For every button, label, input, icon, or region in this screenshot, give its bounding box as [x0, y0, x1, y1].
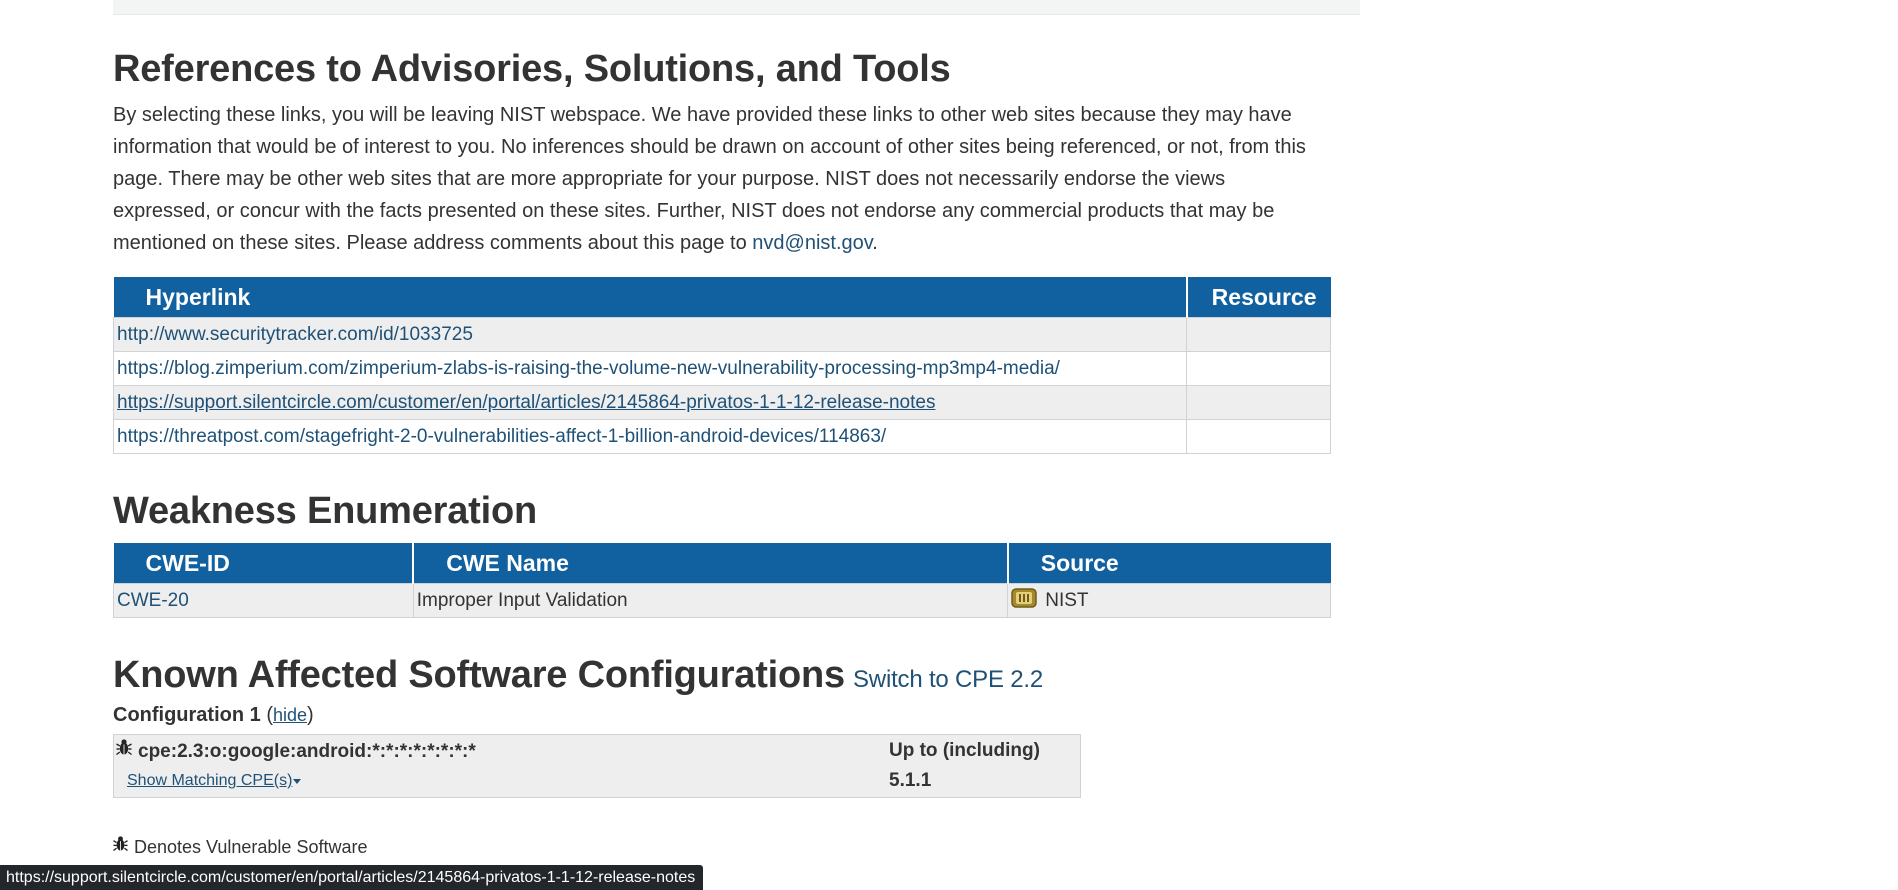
resource-column-header: Resource	[1186, 277, 1331, 318]
version-value: 5.1.1	[889, 770, 932, 791]
source-label: NIST	[1045, 589, 1089, 611]
nist-icon	[1011, 588, 1037, 609]
show-matching-label: Show Matching CPE(s)	[127, 772, 293, 789]
hide-open-paren: (	[266, 704, 273, 726]
weakness-heading: Weakness Enumeration	[113, 490, 538, 532]
source-column-header: Source	[1007, 543, 1331, 584]
configuration-name: Configuration 1	[113, 704, 261, 726]
disclaimer-text: By selecting these links, you will be le…	[113, 104, 1306, 254]
browser-status-bar: https://support.silentcircle.com/custome…	[0, 865, 704, 890]
table-row: https://threatpost.com/stagefright-2-0-v…	[112, 419, 1331, 454]
references-table: Hyperlink Resource http://www.securitytr…	[112, 277, 1331, 454]
version-range-label: Up to (including)	[889, 740, 1040, 761]
cpe-uri: cpe:2.3:o:google:android:*:*:*:*:*:*:*:*	[138, 741, 476, 763]
resource-cell	[1186, 419, 1331, 454]
table-row: https://blog.zimperium.com/zimperium-zla…	[112, 351, 1331, 386]
references-disclaimer: By selecting these links, you will be le…	[113, 99, 1323, 259]
resource-cell	[1186, 351, 1331, 386]
hyperlink-cell: https://blog.zimperium.com/zimperium-zla…	[112, 351, 1188, 386]
cwe-id-column-header: CWE-ID	[113, 543, 415, 584]
reference-link[interactable]: http://www.securitytracker.com/id/103372…	[117, 324, 473, 345]
table-row: CWE-20 Improper Input Validation NIST	[113, 583, 1331, 618]
bug-icon	[113, 835, 128, 857]
resource-cell	[1186, 385, 1331, 420]
show-matching-cpe-link[interactable]: Show Matching CPE(s)	[127, 772, 302, 790]
configurations-heading: Known Affected Software Configurations Sw…	[113, 654, 1043, 697]
disclaimer-period: .	[872, 232, 878, 254]
nvd-email-link[interactable]: nvd@nist.gov	[752, 232, 872, 254]
weakness-header-row: CWE-ID CWE Name Source	[113, 543, 1331, 584]
vulnerable-legend-text: Denotes Vulnerable Software	[134, 837, 368, 857]
reference-link[interactable]: https://blog.zimperium.com/zimperium-zla…	[117, 358, 1060, 379]
caret-down-icon	[292, 772, 302, 789]
cwe-name-cell: Improper Input Validation	[412, 583, 1009, 618]
weakness-table: CWE-ID CWE Name Source CWE-20 Improper I…	[113, 543, 1331, 618]
cwe-id-cell: CWE-20	[113, 583, 414, 618]
resource-cell	[1186, 317, 1331, 352]
hyperlink-cell: http://www.securitytracker.com/id/103372…	[112, 317, 1188, 352]
table-row: http://www.securitytracker.com/id/103372…	[112, 317, 1331, 352]
configuration-title: Configuration 1 (hide)	[113, 704, 314, 727]
previous-section-panel	[113, 0, 1360, 15]
cwe-name-column-header: CWE Name	[413, 543, 1009, 584]
hyperlink-column-header: Hyperlink	[113, 277, 1188, 318]
switch-cpe-link[interactable]: Switch to CPE 2.2	[853, 666, 1043, 693]
cpe-entry: cpe:2.3:o:google:android:*:*:*:*:*:*:*:*	[116, 738, 476, 764]
hide-link[interactable]: hide	[273, 705, 307, 725]
vulnerable-legend: Denotes Vulnerable Software	[113, 835, 368, 859]
hyperlink-cell: https://threatpost.com/stagefright-2-0-v…	[112, 419, 1188, 454]
source-cell: NIST	[1007, 583, 1331, 618]
configuration-panel: cpe:2.3:o:google:android:*:*:*:*:*:*:*:*…	[113, 734, 1081, 798]
reference-link[interactable]: https://threatpost.com/stagefright-2-0-v…	[117, 426, 886, 447]
bug-icon	[116, 738, 132, 762]
hide-close-paren: )	[307, 704, 314, 726]
references-heading: References to Advisories, Solutions, and…	[113, 48, 951, 90]
references-header-row: Hyperlink Resource	[113, 277, 1331, 318]
hyperlink-cell: https://support.silentcircle.com/custome…	[112, 385, 1188, 420]
cwe-id-link[interactable]: CWE-20	[117, 590, 189, 611]
configurations-heading-text: Known Affected Software Configurations	[113, 654, 845, 696]
reference-link[interactable]: https://support.silentcircle.com/custome…	[117, 392, 935, 413]
table-row: https://support.silentcircle.com/custome…	[112, 385, 1331, 420]
